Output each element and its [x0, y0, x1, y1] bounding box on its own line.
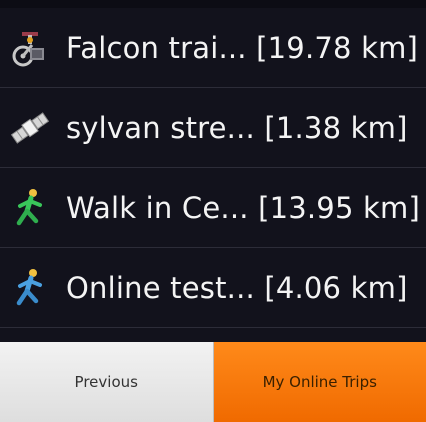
walking-icon [10, 268, 50, 308]
previous-button[interactable]: Previous [0, 342, 214, 422]
trip-label: Falcon trai... [19.78 km] [66, 30, 419, 65]
cycling-icon [10, 28, 50, 68]
trip-label: Walk in Ce... [13.95 km] [66, 190, 420, 225]
trip-row-online-test[interactable]: Online test... [4.06 km] [0, 248, 426, 328]
trip-row-falcon-trail[interactable]: Falcon trai... [19.78 km] [0, 8, 426, 88]
trip-label: Online test... [4.06 km] [66, 270, 408, 305]
bottom-action-bar: Previous My Online Trips [0, 342, 426, 422]
my-online-trips-button[interactable]: My Online Trips [213, 342, 426, 422]
partial-row-above [0, 0, 426, 8]
trip-label: sylvan stre... [1.38 km] [66, 110, 408, 145]
trip-row-walk-in-central[interactable]: Walk in Ce... [13.95 km] [0, 168, 426, 248]
walking-icon [10, 188, 50, 228]
satellite-icon [10, 108, 50, 148]
trip-row-sylvan-street[interactable]: sylvan stre... [1.38 km] [0, 88, 426, 168]
